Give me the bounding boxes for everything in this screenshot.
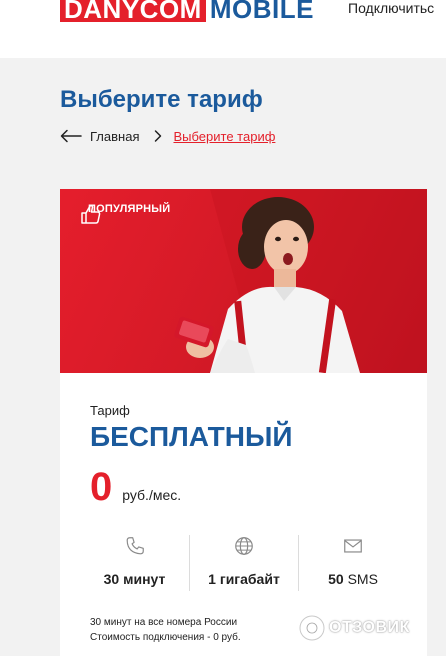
price-value: 0	[90, 465, 113, 509]
woman-with-phone-illustration	[174, 189, 427, 373]
breadcrumb-home[interactable]: Главная	[90, 129, 139, 144]
tariff-name: БЕСПЛАТНЫЙ	[90, 421, 293, 452]
feature-sms-text: 50 SMS	[328, 571, 378, 587]
logo-danycom: DANYCOM	[60, 0, 206, 22]
mail-icon	[342, 535, 364, 557]
hero-image: ПОПУЛЯРНЫЙ	[60, 189, 427, 373]
price-unit: руб./мес.	[122, 487, 182, 503]
logo-mobile: MOBILE	[209, 0, 314, 24]
tariff-features: 30 минут 1 гигабайт 50 SMS	[80, 535, 407, 591]
thumbs-up-icon	[81, 204, 101, 224]
arrow-left-icon[interactable]	[60, 129, 82, 143]
phone-icon	[124, 535, 146, 557]
logo[interactable]: DANYCOM MOBILE	[60, 0, 314, 22]
watermark-text: ОТЗОВИК	[329, 619, 410, 636]
tariff-notes: 30 минут на все номера России Стоимость …	[90, 615, 241, 645]
note-line: Стоимость подключения - 0 руб.	[90, 632, 241, 643]
tariff-card[interactable]: ПОПУЛЯРНЫЙ Тариф БЕСПЛАТНЫЙ 0 руб./мес. …	[60, 189, 427, 656]
connect-link[interactable]: Подключитьс	[348, 0, 434, 16]
otzovik-watermark: ОТЗОВИК	[297, 613, 410, 643]
feature-internet: 1 гигабайт	[189, 535, 298, 591]
page-title: Выберите тариф	[60, 86, 263, 113]
tariff-label: Тариф	[90, 403, 130, 418]
feature-internet-text: 1 гигабайт	[208, 571, 280, 587]
site-header: DANYCOM MOBILE Подключитьс	[0, 0, 446, 58]
feature-minutes-text: 30 минут	[103, 571, 166, 587]
globe-icon	[233, 535, 255, 557]
otzovik-logo-icon	[298, 614, 326, 642]
feature-minutes: 30 минут	[80, 535, 189, 591]
breadcrumb-current[interactable]: Выберите тариф	[173, 129, 275, 144]
note-line: 30 минут на все номера России	[90, 617, 238, 628]
feature-sms: 50 SMS	[298, 535, 407, 591]
chevron-right-icon	[151, 129, 165, 143]
breadcrumb: Главная Выберите тариф	[60, 127, 275, 145]
popular-badge: ПОПУЛЯРНЫЙ	[80, 203, 170, 224]
price: 0 руб./мес.	[90, 467, 181, 507]
